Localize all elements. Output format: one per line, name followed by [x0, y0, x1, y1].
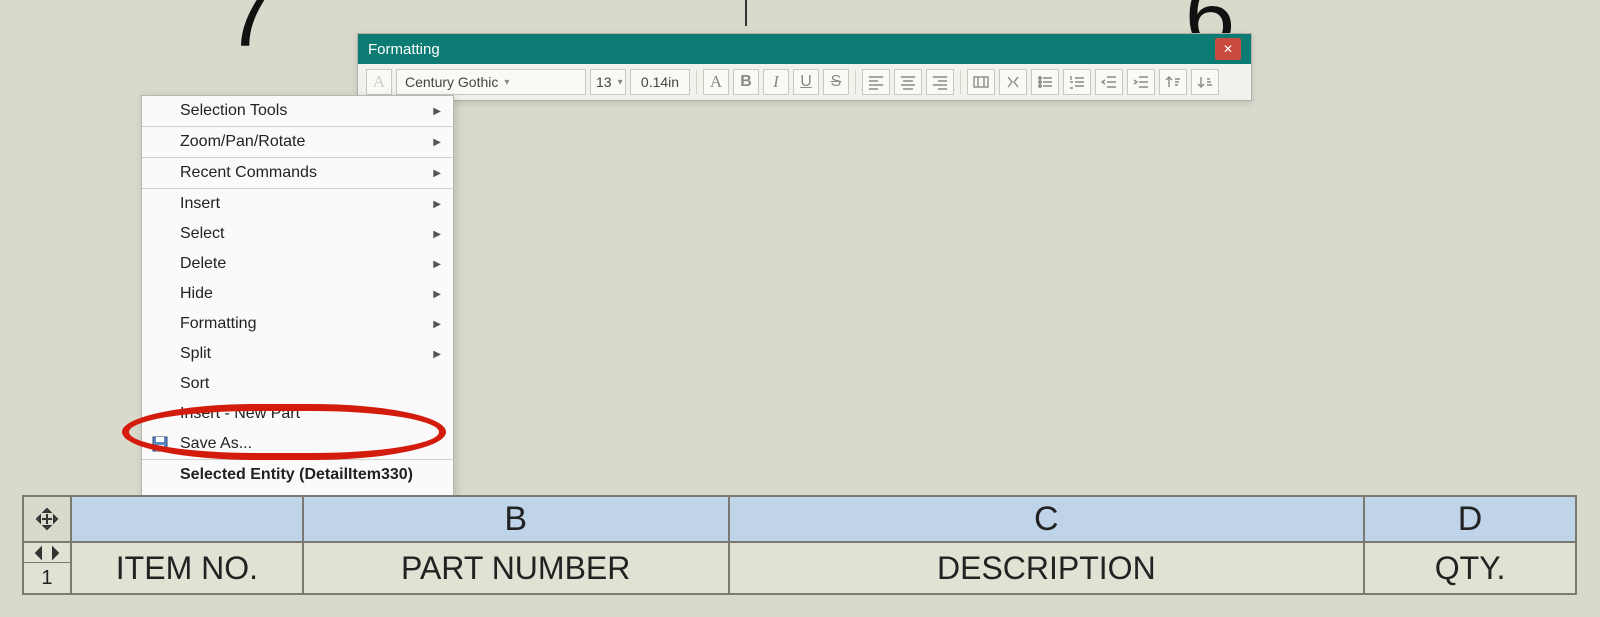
menu-label: Selected Entity (DetailItem330): [180, 466, 413, 484]
cell-part-number-header[interactable]: PART NUMBER: [303, 542, 729, 594]
thickness-value: 0.14in: [641, 74, 679, 90]
menu-hide[interactable]: Hide ▶: [142, 279, 453, 309]
menu-label: Insert - New Part: [180, 405, 300, 423]
underline-button[interactable]: U: [793, 69, 819, 95]
submenu-arrow-icon: ▶: [433, 229, 441, 240]
row-index: 1: [41, 563, 52, 593]
menu-delete[interactable]: Delete ▶: [142, 249, 453, 279]
menu-save-as[interactable]: Save As...: [142, 429, 453, 459]
font-size-select[interactable]: 13 ▾: [590, 69, 626, 95]
menu-zoom-pan-rotate[interactable]: Zoom/Pan/Rotate ▶: [142, 127, 453, 157]
align-center-icon[interactable]: [894, 69, 922, 95]
indent-icon[interactable]: [1127, 69, 1155, 95]
sort-desc-icon[interactable]: [1191, 69, 1219, 95]
separator: [960, 70, 961, 94]
menu-label: Delete: [180, 255, 226, 273]
cell-qty-header[interactable]: QTY.: [1364, 542, 1576, 594]
menu-insert[interactable]: Insert ▶: [142, 189, 453, 219]
col-header-d[interactable]: D: [1364, 496, 1576, 542]
menu-label: Split: [180, 345, 211, 363]
bullet-list-icon[interactable]: [1031, 69, 1059, 95]
submenu-arrow-icon: ▶: [433, 168, 441, 179]
bold-button[interactable]: B: [733, 69, 759, 95]
submenu-arrow-icon: ▶: [433, 319, 441, 330]
move-handle-icon[interactable]: [23, 496, 71, 542]
font-name-select[interactable]: Century Gothic ▾: [396, 69, 586, 95]
ruler-digit-7: 7: [225, 0, 275, 68]
formatting-toolbar: Formatting ✕ A Century Gothic ▾ 13 ▾ 0.1…: [357, 33, 1252, 101]
number-list-icon[interactable]: [1063, 69, 1091, 95]
table-row: 1 ITEM NO. PART NUMBER DESCRIPTION QTY.: [23, 542, 1576, 594]
menu-label: Select: [180, 225, 224, 243]
submenu-arrow-icon: ▶: [433, 199, 441, 210]
menu-formatting[interactable]: Formatting ▶: [142, 309, 453, 339]
menu-recent-commands[interactable]: Recent Commands ▶: [142, 158, 453, 188]
submenu-arrow-icon: ▶: [433, 289, 441, 300]
font-name-value: Century Gothic: [405, 74, 498, 90]
menu-label: Hide: [180, 285, 213, 303]
menu-sort[interactable]: Sort: [142, 369, 453, 399]
col-header-c[interactable]: C: [729, 496, 1365, 542]
menu-split[interactable]: Split ▶: [142, 339, 453, 369]
outdent-icon[interactable]: [1095, 69, 1123, 95]
ruler-tick: [745, 0, 747, 26]
col-header-a[interactable]: [71, 496, 303, 542]
menu-label: Insert: [180, 195, 220, 213]
font-button[interactable]: A: [703, 69, 729, 95]
menu-label: Selection Tools: [180, 102, 287, 120]
submenu-arrow-icon: ▶: [433, 137, 441, 148]
expand-arrows-icon: [24, 543, 70, 563]
menu-label: Sort: [180, 375, 209, 393]
bom-table: B C D 1 ITEM NO. PART NUMBER DESCRIPTION…: [22, 495, 1577, 595]
chevron-down-icon: ▾: [504, 77, 509, 88]
merge-cells-icon[interactable]: [967, 69, 995, 95]
row-handle[interactable]: 1: [23, 542, 71, 594]
menu-selected-entity-header: Selected Entity (DetailItem330): [142, 460, 453, 490]
strikethrough-button[interactable]: S: [823, 69, 849, 95]
save-icon: [150, 434, 170, 454]
menu-label: Recent Commands: [180, 164, 317, 182]
italic-button[interactable]: I: [763, 69, 789, 95]
sort-asc-icon[interactable]: [1159, 69, 1187, 95]
table-header-row: B C D: [23, 496, 1576, 542]
text-style-icon[interactable]: A: [366, 69, 392, 95]
chevron-down-icon: ▾: [618, 77, 623, 88]
menu-insert-new-part[interactable]: Insert - New Part: [142, 399, 453, 429]
align-left-icon[interactable]: [862, 69, 890, 95]
cell-description-header[interactable]: DESCRIPTION: [729, 542, 1365, 594]
submenu-arrow-icon: ▶: [433, 106, 441, 117]
menu-selection-tools[interactable]: Selection Tools ▶: [142, 96, 453, 126]
menu-label: Formatting: [180, 315, 256, 333]
formatting-titlebar[interactable]: Formatting ✕: [358, 34, 1251, 64]
align-right-icon[interactable]: [926, 69, 954, 95]
menu-label: Save As...: [180, 435, 252, 453]
col-header-b[interactable]: B: [303, 496, 729, 542]
cell-item-no-header[interactable]: ITEM NO.: [71, 542, 303, 594]
menu-select[interactable]: Select ▶: [142, 219, 453, 249]
close-icon[interactable]: ✕: [1215, 38, 1241, 60]
submenu-arrow-icon: ▶: [433, 349, 441, 360]
separator: [696, 70, 697, 94]
formatting-row: A Century Gothic ▾ 13 ▾ 0.14in A B I U S: [358, 64, 1251, 100]
submenu-arrow-icon: ▶: [433, 259, 441, 270]
menu-label: Zoom/Pan/Rotate: [180, 133, 305, 151]
split-cells-icon[interactable]: [999, 69, 1027, 95]
separator: [855, 70, 856, 94]
thickness-input[interactable]: 0.14in: [630, 69, 690, 95]
font-size-value: 13: [596, 74, 612, 90]
formatting-title-text: Formatting: [368, 41, 1215, 58]
context-menu: Selection Tools ▶ Zoom/Pan/Rotate ▶ Recent…: [141, 95, 454, 552]
